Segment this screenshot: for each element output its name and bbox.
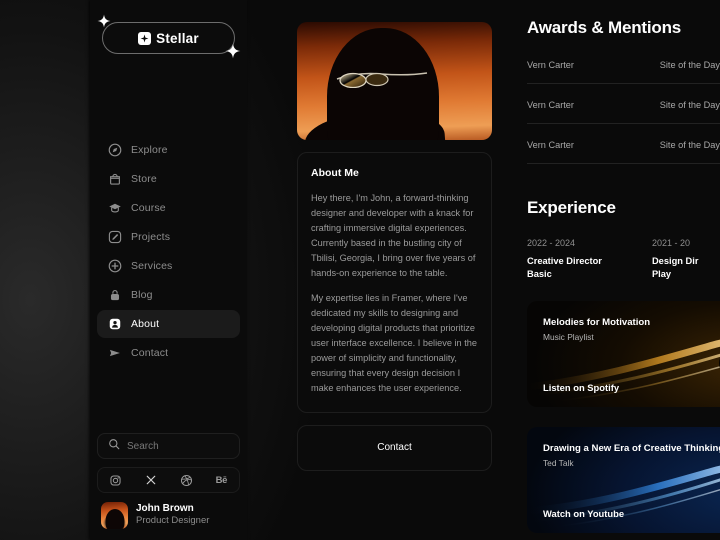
sidebar-item-services[interactable]: Services bbox=[97, 252, 240, 280]
user-badge-icon bbox=[107, 317, 122, 332]
contact-button[interactable]: Contact bbox=[297, 424, 492, 471]
sidebar-item-label: About bbox=[131, 318, 160, 330]
graduation-cap-icon bbox=[107, 201, 122, 216]
behance-icon[interactable]: Bē bbox=[213, 472, 229, 488]
profile-role: Product Designer bbox=[136, 515, 210, 527]
table-row[interactable]: Vern Carter Site of the Day bbox=[527, 124, 720, 164]
x-icon[interactable] bbox=[143, 472, 159, 488]
sparkle-badge-icon bbox=[138, 31, 152, 45]
sidebar-item-explore[interactable]: Explore bbox=[97, 136, 240, 164]
about-paragraph-1: Hey there, I'm John, a forward-thinking … bbox=[311, 193, 476, 278]
plus-circle-icon bbox=[107, 259, 122, 274]
experience-company: Basic bbox=[527, 269, 552, 280]
compass-icon bbox=[107, 143, 122, 158]
sunglasses-icon bbox=[327, 70, 431, 89]
award-tag: Site of the Day bbox=[659, 100, 720, 110]
sidebar-item-label: Projects bbox=[131, 231, 171, 243]
award-tag: Site of the Day bbox=[659, 60, 720, 70]
award-name: Vern Carter bbox=[527, 140, 574, 150]
social-links: Bē bbox=[97, 467, 240, 493]
sidebar-item-contact[interactable]: Contact bbox=[97, 339, 240, 367]
media-subtitle: Music Playlist bbox=[543, 332, 594, 343]
brand-name: Stellar bbox=[156, 30, 199, 46]
contact-button-label: Contact bbox=[377, 442, 412, 454]
award-name: Vern Carter bbox=[527, 60, 574, 70]
search-icon bbox=[108, 437, 120, 455]
about-title: About Me bbox=[311, 167, 359, 179]
table-row[interactable]: Vern Carter Site of the Day bbox=[527, 60, 720, 84]
sidebar-item-label: Course bbox=[131, 202, 166, 214]
table-row[interactable]: Vern Carter Site of the Day bbox=[527, 84, 720, 124]
sidebar-item-label: Explore bbox=[131, 144, 168, 156]
search-placeholder: Search bbox=[127, 440, 159, 452]
about-card: About Me Hey there, I'm John, a forward-… bbox=[297, 152, 492, 413]
award-tag: Site of the Day bbox=[659, 140, 720, 150]
sidebar-item-projects[interactable]: Projects bbox=[97, 223, 240, 251]
experience-years: 2021 - 20 bbox=[651, 238, 690, 248]
dribbble-icon[interactable] bbox=[178, 472, 194, 488]
sidebar-item-store[interactable]: Store bbox=[97, 165, 240, 193]
experience-list: 2022 - 2024 Creative Director Basic 2021… bbox=[527, 238, 720, 281]
media-title: Drawing a New Era of Creative Thinking" bbox=[543, 443, 720, 455]
media-cta-spotify[interactable]: Listen on Spotify bbox=[543, 382, 619, 393]
hero-portrait-image bbox=[297, 22, 492, 140]
sidebar-item-about[interactable]: About bbox=[97, 310, 240, 338]
experience-item: 2021 - 20 Design Dir Play bbox=[652, 238, 699, 281]
brand-logo-pill: Stellar bbox=[102, 22, 235, 54]
shopping-bag-icon bbox=[107, 172, 122, 187]
media-card-header: Drawing a New Era of Creative Thinking" … bbox=[543, 443, 720, 468]
experience-role: Creative Director bbox=[527, 256, 602, 266]
media-title: Melodies for Motivation bbox=[543, 317, 651, 329]
media-card-youtube[interactable]: Drawing a New Era of Creative Thinking" … bbox=[527, 427, 720, 534]
sidebar: Stellar Explore Store Course Projects Se… bbox=[90, 0, 247, 540]
media-subtitle: Ted Talk bbox=[543, 458, 574, 469]
about-paragraph-2: My expertise lies in Framer, where I've … bbox=[311, 293, 477, 393]
awards-title: Awards & Mentions bbox=[527, 18, 682, 37]
award-name: Vern Carter bbox=[527, 100, 574, 110]
experience-role: Design Dir bbox=[651, 256, 699, 266]
profile-name: John Brown bbox=[136, 502, 194, 514]
sidebar-item-label: Blog bbox=[131, 289, 153, 301]
media-card-spotify[interactable]: Melodies for Motivation Music Playlist L… bbox=[527, 301, 720, 408]
sidebar-nav: Explore Store Course Projects Services B… bbox=[97, 136, 240, 368]
lock-icon bbox=[107, 288, 122, 303]
media-cta-youtube[interactable]: Watch on Youtube bbox=[543, 508, 624, 519]
experience-title: Experience bbox=[527, 198, 616, 217]
sidebar-item-label: Store bbox=[131, 173, 157, 185]
sidebar-item-label: Contact bbox=[131, 347, 169, 359]
sidebar-item-blog[interactable]: Blog bbox=[97, 281, 240, 309]
instagram-icon[interactable] bbox=[108, 472, 124, 488]
sidebar-item-label: Services bbox=[131, 260, 173, 272]
search-input[interactable]: Search bbox=[97, 433, 240, 459]
paper-plane-icon bbox=[107, 346, 122, 361]
avatar bbox=[101, 501, 128, 529]
main-column: About Me Hey there, I'm John, a forward-… bbox=[297, 22, 492, 471]
user-profile[interactable]: John Brown Product Designer bbox=[97, 499, 240, 531]
app-root: Stellar Explore Store Course Projects Se… bbox=[0, 0, 720, 540]
right-column: Awards & Mentions Vern Carter Site of th… bbox=[527, 18, 720, 534]
experience-company: Play bbox=[651, 269, 672, 280]
media-card-header: Melodies for Motivation Music Playlist bbox=[543, 317, 720, 342]
awards-list: Vern Carter Site of the Day Vern Carter … bbox=[527, 60, 720, 164]
brand-logo[interactable]: Stellar bbox=[97, 14, 241, 59]
experience-years: 2022 - 2024 bbox=[527, 238, 576, 248]
pencil-icon bbox=[107, 230, 122, 245]
sidebar-item-course[interactable]: Course bbox=[97, 194, 240, 222]
experience-item: 2022 - 2024 Creative Director Basic bbox=[527, 238, 602, 281]
